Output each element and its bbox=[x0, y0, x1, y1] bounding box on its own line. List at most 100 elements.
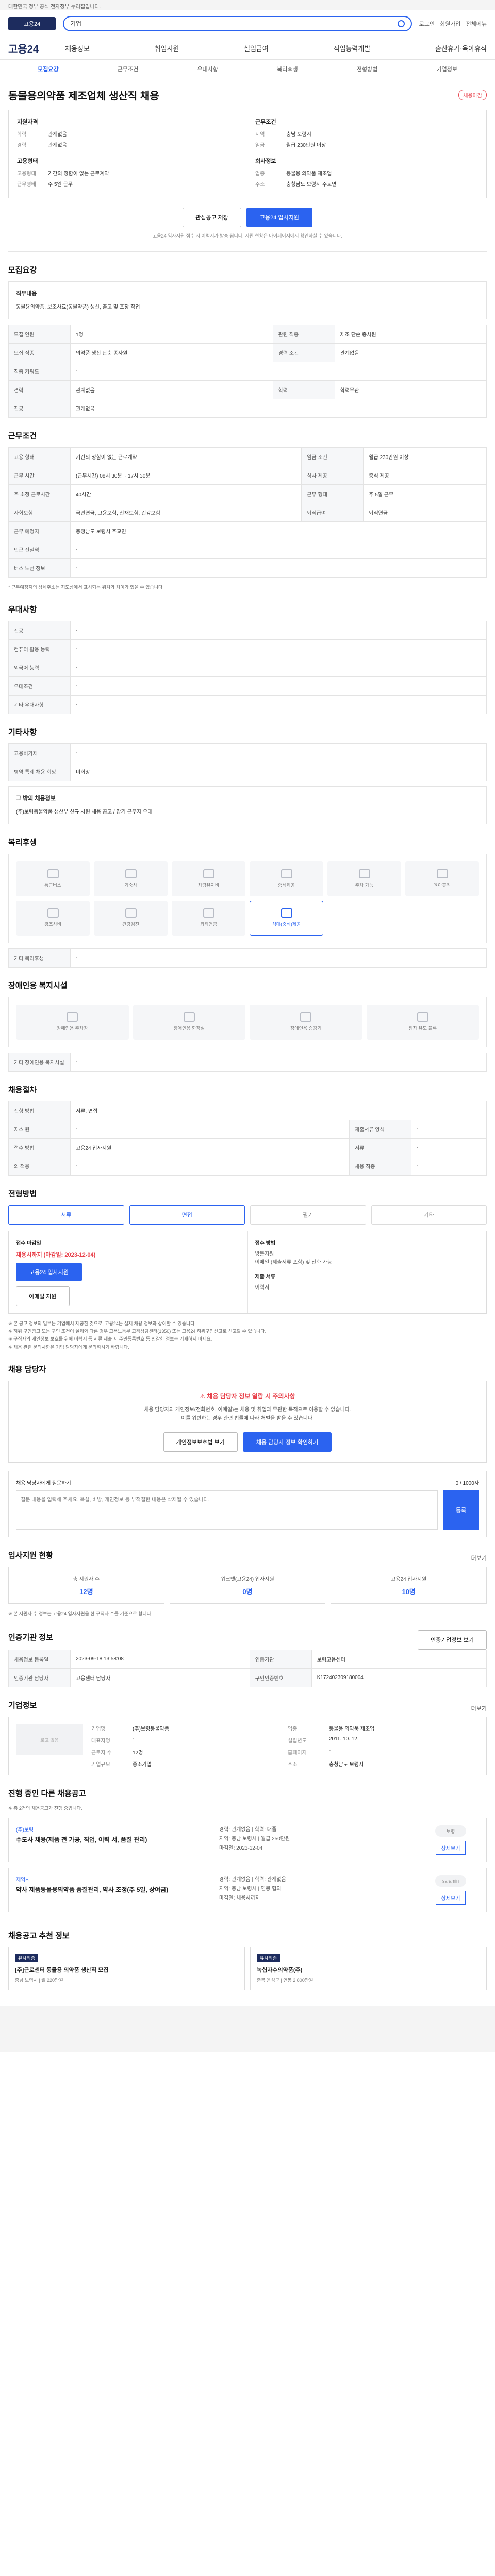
table-key: 컴퓨터 활용 능력 bbox=[8, 639, 71, 658]
job-card[interactable]: 제약사 약사 제품동물용의약품 품질관리, 약사 조정(주 5일, 상여금) 경력… bbox=[8, 1868, 487, 1913]
apply-email-button[interactable]: 이메일 지원 bbox=[16, 1286, 70, 1306]
table-value: 서류, 면접 bbox=[70, 1100, 487, 1120]
recommend-card[interactable]: 유사직종 [주]근로센터 동물용 의약품 생산직 모집 충남 보령시 | 월 220… bbox=[8, 1947, 245, 1991]
login-link[interactable]: 로그인 bbox=[419, 20, 435, 28]
stat-label: 총 지원자 수 bbox=[73, 1576, 100, 1582]
table-value: - bbox=[410, 1119, 487, 1139]
table-row: 사회보험 국민연금, 고용보험, 산재보험, 건강보험 퇴직급여 퇴직연금 bbox=[8, 502, 487, 522]
table-row: 지스 원 - 제출서류 양식 - bbox=[8, 1119, 487, 1139]
privacy-law-button[interactable]: 개인정보보호법 보기 bbox=[163, 1432, 238, 1452]
signup-link[interactable]: 회원가입 bbox=[440, 20, 460, 28]
gnb-item-leave[interactable]: 출산휴가·육아휴직 bbox=[435, 43, 487, 53]
table-row: 전공 - bbox=[8, 620, 487, 640]
company-key: 기업명 bbox=[91, 1726, 106, 1733]
table-value: 제조 단순 종사원 bbox=[334, 324, 487, 344]
table-key: 버스 노선 정보 bbox=[8, 558, 71, 578]
tab-company[interactable]: 기업정보 bbox=[407, 65, 487, 73]
table-row: 경력 관계없음 학력 학력무관 bbox=[8, 380, 487, 399]
company-more-link[interactable]: 더보기 bbox=[471, 1704, 487, 1713]
barrier-etc-table: 기타 장애인용 복지시설 - bbox=[8, 1052, 487, 1072]
deadline-label: 접수 마감일 bbox=[16, 1240, 41, 1246]
qna-submit-button[interactable]: 등록 bbox=[443, 1490, 479, 1530]
table-key: 고용허가제 bbox=[8, 743, 71, 762]
barrier-item: 장애인용 승강기 bbox=[250, 1004, 362, 1040]
job-card[interactable]: (주)보령 수도사 채용(제품 전 가공, 직업, 이력 서, 품질 관리) 경력… bbox=[8, 1818, 487, 1863]
gnb-item-training[interactable]: 직업능력개발 bbox=[334, 43, 371, 53]
recommend-card[interactable]: 유사직종 녹십자수의약품(주) 충북 음성군 | 연봉 2,800만원 bbox=[250, 1947, 487, 1991]
kv-value: 관계없음 bbox=[48, 132, 67, 138]
tab-welfare[interactable]: 복리후생 bbox=[248, 65, 327, 73]
welfare-item: 기숙사 bbox=[94, 861, 168, 896]
save-job-button[interactable]: 관심공고 저장 bbox=[183, 208, 241, 227]
table-value: - bbox=[70, 657, 487, 677]
contact-warning-text: 채용 담당자 정보 열람 시 주의사항 bbox=[207, 1392, 295, 1400]
recommend-title[interactable]: [주]근로센터 동물용 의약품 생산직 모집 bbox=[15, 1965, 238, 1974]
qna-title: 채용 담당자에게 질문하기 bbox=[16, 1480, 71, 1486]
table-row: 컴퓨터 활용 능력 - bbox=[8, 639, 487, 658]
barrier-item: 장애인용 화장실 bbox=[133, 1004, 245, 1040]
notice-item: ※ 채용 관련 문의사항은 기업 담당자에게 문의하시기 바랍니다. bbox=[8, 1344, 129, 1350]
stats-more-link[interactable]: 더보기 bbox=[471, 1554, 487, 1562]
tab-work[interactable]: 근무조건 bbox=[88, 65, 168, 73]
stat-card: 고용24 입사지원 10명 bbox=[331, 1566, 487, 1604]
contact-warning-title: ⚠ 채용 담당자 정보 열람 시 주의사항 bbox=[19, 1392, 476, 1400]
table-value: 2023-09-18 13:58:08 bbox=[70, 1650, 250, 1669]
gnb-item-unemployment[interactable]: 실업급여 bbox=[244, 43, 269, 53]
section-title: 근무조건 bbox=[8, 431, 37, 440]
kv-key: 고용형태 bbox=[17, 171, 36, 177]
table-row: 인근 전철역 - bbox=[8, 539, 487, 559]
table-key: 제출서류 양식 bbox=[349, 1119, 411, 1139]
job-card-meta: 마감일: 2023-12-04 bbox=[219, 1845, 263, 1852]
table-key: 근무 형태 bbox=[301, 484, 364, 503]
tab-method[interactable]: 전형방법 bbox=[327, 65, 407, 73]
qna-textarea[interactable] bbox=[16, 1490, 438, 1530]
job-card-detail-button[interactable]: 상세보기 bbox=[435, 1891, 466, 1905]
job-description-label: 직무내용 bbox=[16, 291, 37, 297]
welfare-item: 통근버스 bbox=[16, 861, 90, 896]
documents-label: 제출 서류 bbox=[255, 1274, 276, 1280]
job-card-title[interactable]: 수도사 채용(제품 전 가공, 직업, 이력 서, 품질 관리) bbox=[16, 1835, 211, 1844]
view-contact-button[interactable]: 채용 담당자 정보 확인하기 bbox=[242, 1432, 332, 1452]
search-icon[interactable] bbox=[397, 20, 405, 27]
job-card-detail-button[interactable]: 상세보기 bbox=[435, 1841, 466, 1855]
qna-box: 채용 담당자에게 질문하기 0 / 1000자 등록 bbox=[8, 1470, 487, 1537]
search-input[interactable] bbox=[70, 20, 393, 27]
table-key: 인증기관 bbox=[249, 1650, 312, 1669]
table-value: 국민연금, 고용보험, 산재보험, 건강보험 bbox=[70, 502, 302, 522]
cert-table: 채용정보 등록일 2023-09-18 13:58:08 인증기관 보령고용센터 인증… bbox=[8, 1650, 487, 1688]
notice-item: ※ 본 공고 정보의 일부는 기업에서 제공한 것으로, 고용24는 실제 채용… bbox=[8, 1320, 196, 1326]
section-apply: 전형방법 서류 면접 필기 기타 접수 마감일 채용시까지 (마감일: 2023… bbox=[8, 1176, 487, 1351]
job-card-logo: 보령 bbox=[435, 1825, 466, 1837]
table-key: 임금 조건 bbox=[301, 447, 364, 466]
kv-value: 동물용 의약품 제조업 bbox=[286, 171, 332, 177]
tab-recruit[interactable]: 모집요강 bbox=[8, 65, 88, 73]
table-row: 전형 방법 서류, 면접 bbox=[8, 1100, 487, 1120]
recommend-title[interactable]: 녹십자수의약품(주) bbox=[257, 1965, 480, 1974]
apply-button[interactable]: 고용24 입사지원 bbox=[246, 208, 312, 227]
tab-prefer[interactable]: 우대사항 bbox=[168, 65, 248, 73]
job-card-title[interactable]: 약사 제품동물용의약품 품질관리, 약사 조정(주 5일, 상여금) bbox=[16, 1885, 211, 1894]
table-value: - bbox=[410, 1156, 487, 1176]
cert-info-button[interactable]: 인증기업정보 보기 bbox=[417, 1630, 487, 1650]
kv-key: 경력 bbox=[17, 143, 27, 148]
table-row: 병역 특례 채용 희망 미희망 bbox=[8, 761, 487, 781]
other-info-box: 그 밖의 채용정보 (주)보령동물약품 생산부 신규 사원 채용 공고 / 장기… bbox=[8, 786, 487, 824]
apply-online-button[interactable]: 고용24 입사지원 bbox=[16, 1262, 82, 1281]
table-key: 인근 전철역 bbox=[8, 539, 71, 559]
braille-icon bbox=[417, 1012, 428, 1022]
section-title: 기타사항 bbox=[8, 727, 37, 737]
table-key: 모집 직종 bbox=[8, 343, 71, 362]
job-card-org: (주)보령 bbox=[16, 1827, 34, 1834]
welfare-label: 통근버스 bbox=[44, 883, 62, 888]
all-menu-link[interactable]: 전체메뉴 bbox=[466, 20, 487, 28]
table-row: 인증기관 담당자 고용센터 담당자 구인인증번호 K172402309180004 bbox=[8, 1668, 487, 1688]
kv-value: 충남 보령시 bbox=[286, 132, 311, 138]
gnb-item-support[interactable]: 취업지원 bbox=[155, 43, 179, 53]
pension-icon bbox=[203, 908, 214, 918]
job-description: 동물용의약품, 보조사료(동물약품) 생산, 출고 및 포장 작업 bbox=[16, 304, 140, 310]
gnb-item-jobs[interactable]: 채용정보 bbox=[65, 43, 90, 53]
gnb-brand[interactable]: 고용24 bbox=[8, 41, 65, 56]
table-value: 퇴직연금 bbox=[363, 502, 487, 522]
table-key: 고용 형태 bbox=[8, 447, 71, 466]
site-logo[interactable]: 고용24 bbox=[8, 16, 56, 30]
